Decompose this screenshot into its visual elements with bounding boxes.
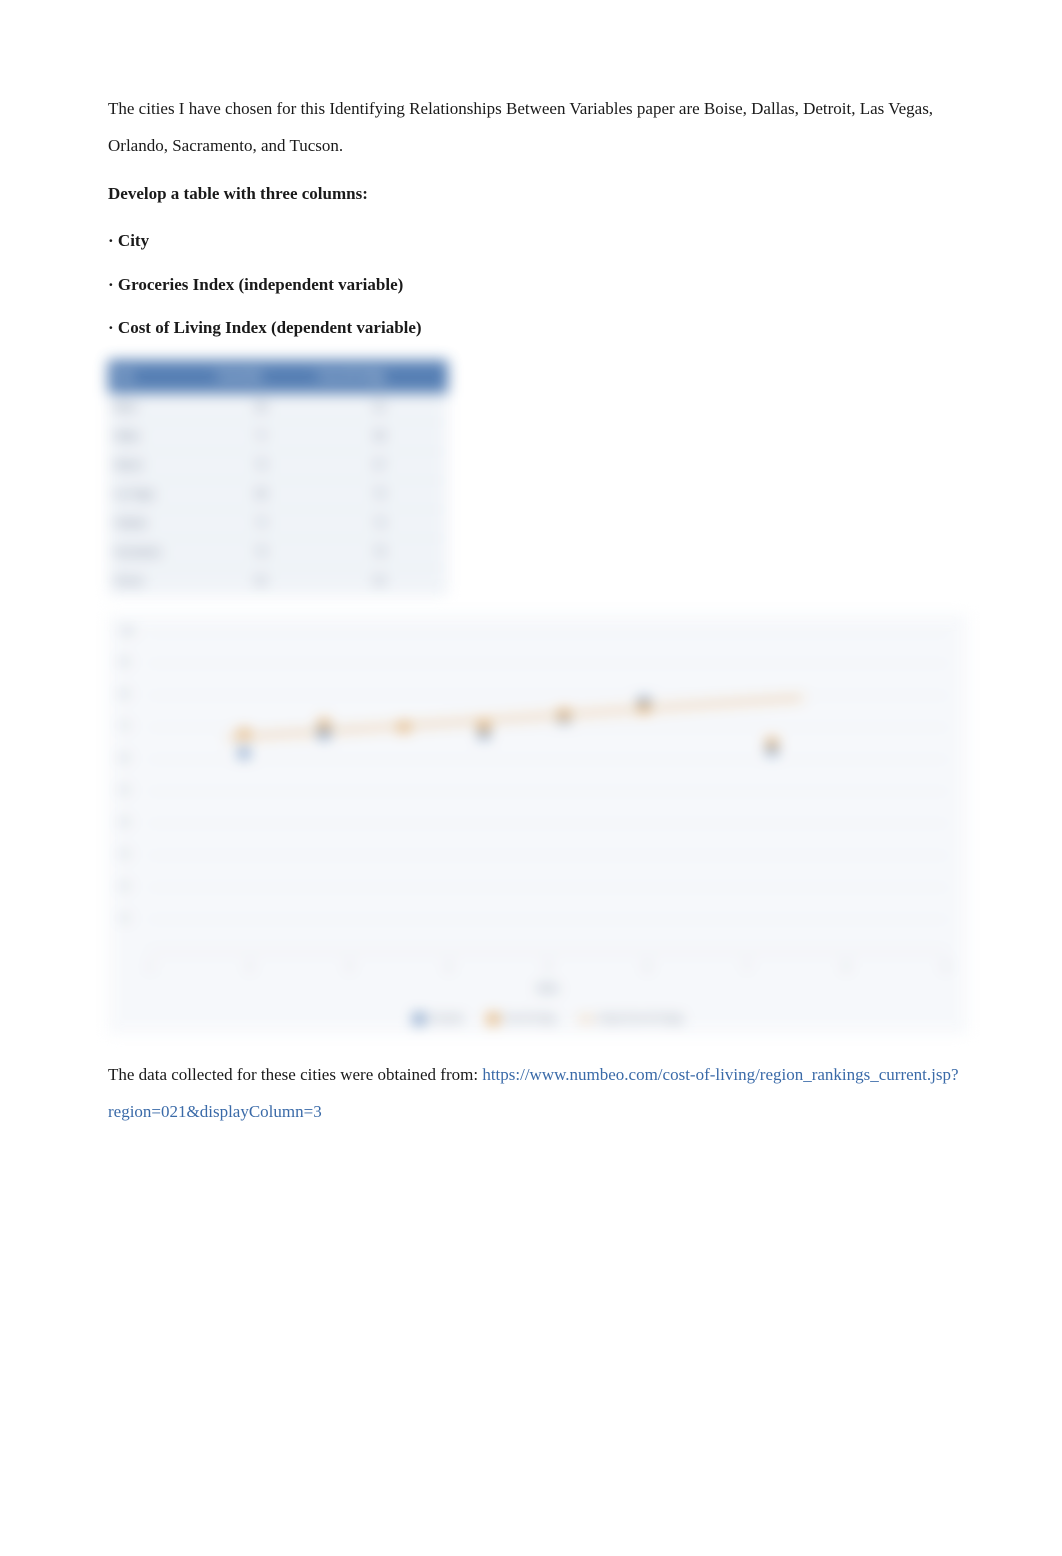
table-header-col: Cost of Living bbox=[311, 360, 448, 393]
cell: 68 bbox=[211, 393, 311, 422]
source-paragraph: The data collected for these cities were… bbox=[108, 1056, 962, 1131]
table-row: Orlando7374 bbox=[108, 509, 448, 538]
cell: Sacramento bbox=[108, 538, 211, 567]
cell: Detroit bbox=[108, 451, 211, 480]
trend-line bbox=[228, 697, 803, 739]
cell: 76 bbox=[211, 538, 311, 567]
cell: Dallas bbox=[108, 422, 211, 451]
cell: 70 bbox=[211, 451, 311, 480]
chart-xlabel: Index bbox=[148, 979, 948, 999]
cell: Tucson bbox=[108, 567, 211, 596]
cell: 71 bbox=[211, 422, 311, 451]
intro-paragraph: The cities I have chosen for this Identi… bbox=[108, 90, 962, 165]
cell: 68 bbox=[311, 422, 448, 451]
cell: 74 bbox=[311, 509, 448, 538]
table-row: Detroit7067 bbox=[108, 451, 448, 480]
cell: Boise bbox=[108, 393, 211, 422]
chart-plot-area: 100 90 80 70 60 50 40 30 20 10 bbox=[148, 632, 948, 952]
table-header-city: City bbox=[108, 360, 211, 393]
table-header-groceries: Groceries bbox=[211, 360, 311, 393]
chart-legend: Groceries Cost of Living Linear (Cost of… bbox=[148, 1009, 948, 1029]
cell: 65 bbox=[211, 567, 311, 596]
cell: Orlando bbox=[108, 509, 211, 538]
table-row: Las Vegas6870 bbox=[108, 480, 448, 509]
data-table: City Groceries Cost of Living Boise6862 … bbox=[108, 360, 448, 595]
source-prefix: The data collected for these cities were… bbox=[108, 1065, 482, 1084]
table-row: Sacramento7678 bbox=[108, 538, 448, 567]
cell: 62 bbox=[311, 393, 448, 422]
cell: 78 bbox=[311, 538, 448, 567]
cell: 73 bbox=[211, 509, 311, 538]
chart-image: 100 90 80 70 60 50 40 30 20 10 123456789… bbox=[108, 614, 968, 1034]
table-row: Boise6862 bbox=[108, 393, 448, 422]
cell: 63 bbox=[311, 567, 448, 596]
cell: 68 bbox=[211, 480, 311, 509]
cell: 70 bbox=[311, 480, 448, 509]
cell: 67 bbox=[311, 451, 448, 480]
cell: Las Vegas bbox=[108, 480, 211, 509]
bullet-city: · City bbox=[108, 222, 962, 259]
bullet-groceries: · Groceries Index (independent variable) bbox=[108, 266, 962, 303]
bullet-cost-of-living: · Cost of Living Index (dependent variab… bbox=[108, 309, 962, 346]
table-row: Dallas7168 bbox=[108, 422, 448, 451]
chart-xticks: 123456789 bbox=[148, 958, 948, 978]
section-heading: Develop a table with three columns: bbox=[108, 175, 962, 212]
table-row: Tucson6563 bbox=[108, 567, 448, 596]
